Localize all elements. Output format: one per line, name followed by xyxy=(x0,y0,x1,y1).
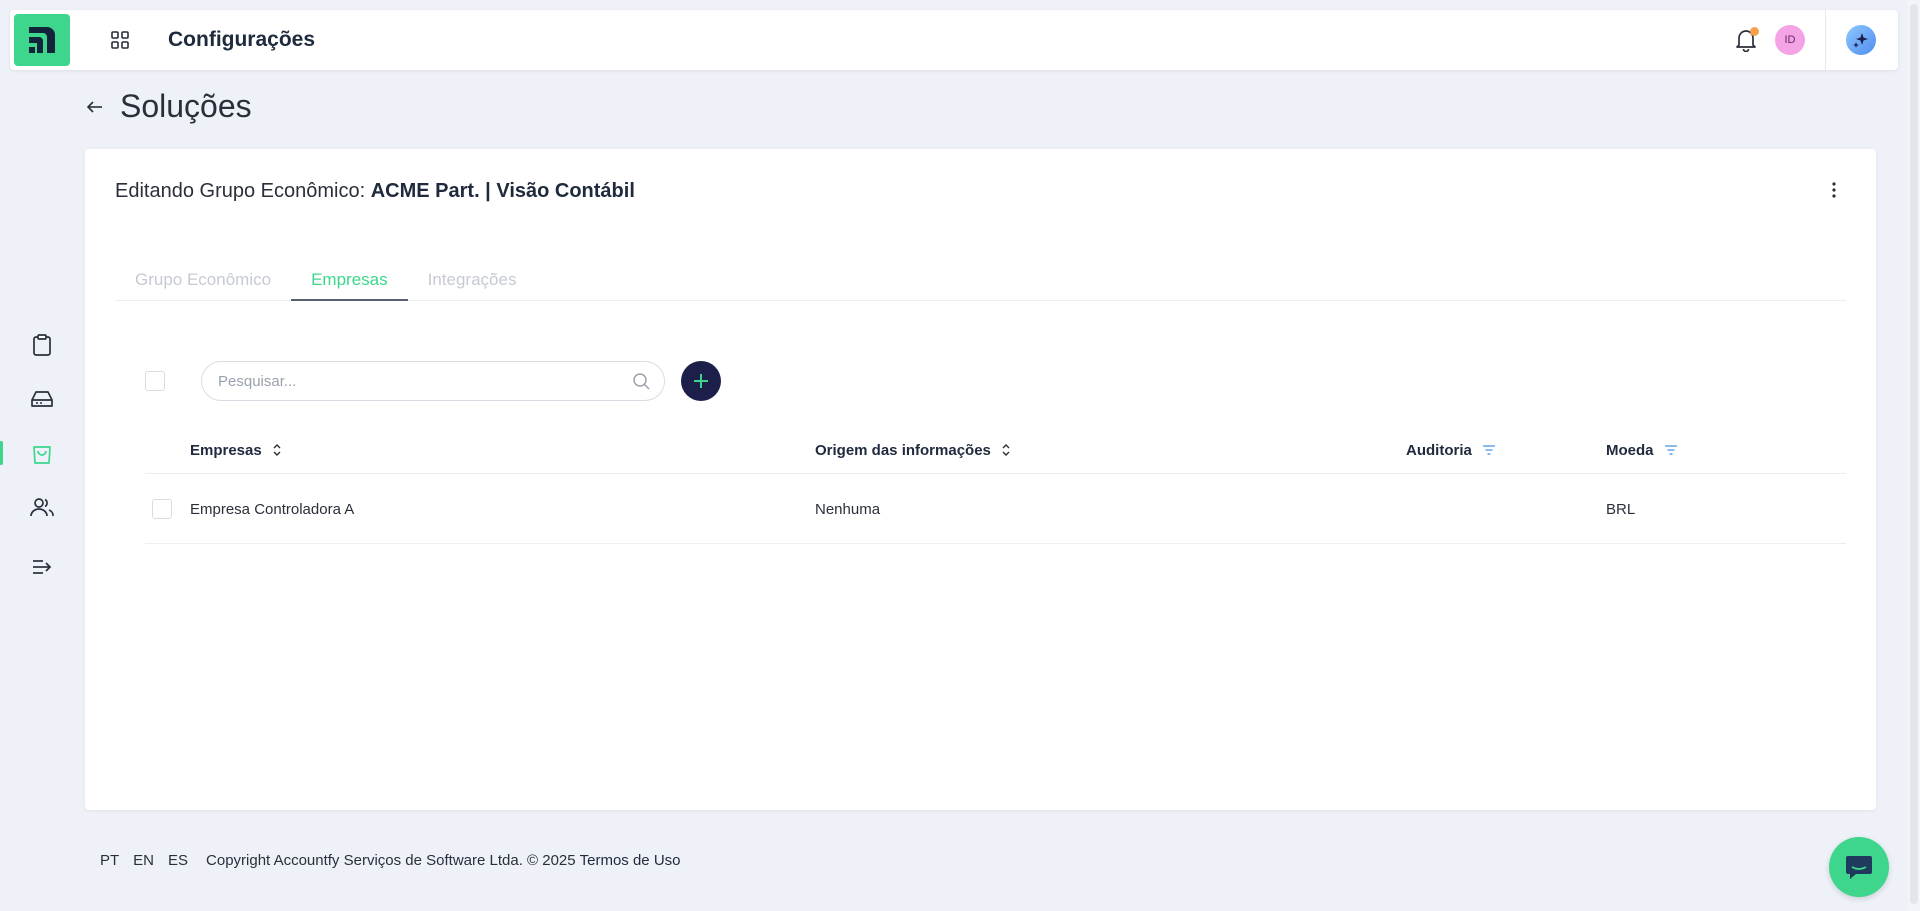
table-row[interactable]: Empresa Controladora A Nenhuma BRL xyxy=(145,474,1846,544)
terms-of-use-link[interactable]: Termos de Uso xyxy=(580,852,681,869)
economic-group-card: Editando Grupo Econômico: ACME Part. | V… xyxy=(85,149,1876,810)
arrow-left-icon xyxy=(86,100,102,113)
grid-icon xyxy=(111,31,129,49)
card-title-prefix: Editando Grupo Econômico: xyxy=(115,180,366,202)
users-icon xyxy=(30,498,54,517)
select-all-checkbox[interactable] xyxy=(145,371,165,391)
card-title: Editando Grupo Econômico: ACME Part. | V… xyxy=(115,180,635,203)
economic-group-name: ACME Part. | Visão Contábil xyxy=(370,180,635,202)
filter-icon[interactable] xyxy=(1664,444,1678,456)
search-input[interactable] xyxy=(218,372,632,390)
companies-table: Empresas Origem das informações Auditori… xyxy=(145,427,1846,544)
chat-support-button[interactable] xyxy=(1829,837,1889,897)
language-en[interactable]: EN xyxy=(133,852,154,869)
user-avatar[interactable]: ID xyxy=(1775,25,1805,55)
column-header-audit[interactable]: Auditoria xyxy=(1406,442,1496,459)
cell-currency: BRL xyxy=(1606,500,1636,518)
tab-economic-group[interactable]: Grupo Econômico xyxy=(115,265,291,301)
table-header: Empresas Origem das informações Auditori… xyxy=(145,427,1846,474)
page-title: Soluções xyxy=(120,88,252,124)
page-header: Soluções xyxy=(84,88,252,125)
notification-badge xyxy=(1750,27,1759,36)
language-pt[interactable]: PT xyxy=(100,852,119,869)
sidebar-item-reports[interactable] xyxy=(0,318,84,372)
header-divider xyxy=(1825,10,1826,70)
footer: PT EN ES Copyright Accountfy Serviços de… xyxy=(100,852,681,869)
row-checkbox[interactable] xyxy=(152,499,172,519)
page-scrollbar[interactable] xyxy=(1908,0,1920,911)
copyright-text: Copyright Accountfy Serviços de Software… xyxy=(206,852,576,869)
sidebar-item-storage[interactable] xyxy=(0,372,84,426)
tab-companies[interactable]: Empresas xyxy=(291,265,408,301)
column-header-currency[interactable]: Moeda xyxy=(1606,442,1678,459)
sidebar-expand-button[interactable] xyxy=(0,540,84,594)
top-bar: Configurações ID xyxy=(10,10,1898,70)
notifications-button[interactable] xyxy=(1731,25,1761,55)
cell-origin: Nenhuma xyxy=(815,500,881,518)
table-toolbar xyxy=(145,361,721,401)
row-checkbox-cell xyxy=(152,474,172,544)
sidebar-item-users[interactable] xyxy=(0,480,84,534)
scrollbar-thumb[interactable] xyxy=(1910,4,1918,904)
expand-menu-icon xyxy=(33,560,52,574)
accountfy-logo[interactable] xyxy=(14,14,70,66)
search-box xyxy=(201,361,665,401)
sidebar-item-solutions[interactable] xyxy=(0,426,84,480)
more-options-button[interactable] xyxy=(1824,177,1844,203)
column-header-companies[interactable]: Empresas xyxy=(190,442,282,459)
logo-icon xyxy=(29,27,55,53)
topbar-actions: ID xyxy=(1731,10,1898,70)
chat-bubble-icon xyxy=(1846,856,1872,879)
sort-icon xyxy=(273,444,281,456)
sort-icon xyxy=(1002,444,1010,456)
tab-integrations[interactable]: Integrações xyxy=(408,265,537,301)
tab-bar: Grupo Econômico Empresas Integrações xyxy=(115,265,1846,301)
hard-drive-icon xyxy=(31,391,53,407)
add-company-button[interactable] xyxy=(681,361,721,401)
ai-assistant-button[interactable] xyxy=(1846,25,1876,55)
clipboard-icon xyxy=(33,334,51,356)
filter-icon[interactable] xyxy=(1482,444,1496,456)
app-title: Configurações xyxy=(168,28,316,51)
cell-company: Empresa Controladora A xyxy=(190,500,355,518)
sparkles-icon xyxy=(1853,33,1868,48)
plus-icon xyxy=(694,374,708,388)
sidebar xyxy=(0,318,84,594)
column-header-origin[interactable]: Origem das informações xyxy=(815,442,1011,459)
search-icon[interactable] xyxy=(632,372,650,390)
back-button[interactable] xyxy=(84,96,106,118)
kebab-menu-icon xyxy=(1832,182,1836,198)
apps-grid-button[interactable] xyxy=(102,22,138,58)
shopping-bag-icon xyxy=(33,446,51,464)
language-es[interactable]: ES xyxy=(168,852,188,869)
